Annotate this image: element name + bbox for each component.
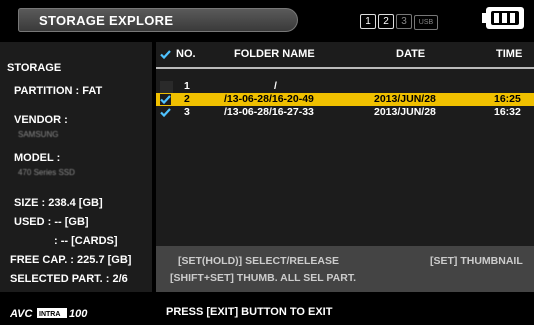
- battery-icon: [482, 7, 524, 29]
- storage-label: STORAGE: [7, 62, 62, 74]
- col-folder-header: FOLDER NAME: [234, 48, 315, 60]
- row-time: 16:32: [494, 106, 521, 118]
- vendor-value: SAMSUNG: [18, 130, 59, 139]
- partition-label: PARTITION : FAT: [14, 85, 103, 97]
- select-all-check-icon[interactable]: [160, 49, 171, 60]
- model-label: MODEL :: [14, 152, 61, 164]
- svg-text:100: 100: [69, 308, 88, 320]
- exit-instruction: PRESS [EXIT] BUTTON TO EXIT: [166, 306, 333, 318]
- row-check-icon[interactable]: [160, 107, 171, 118]
- row-folder: /13-06-28/16-20-49: [224, 93, 314, 105]
- page-title: STORAGE EXPLORE: [39, 13, 174, 28]
- storage-explore-screen: STORAGE EXPLORE 1 2 3 USB STORAGE PARTITION…: [0, 0, 534, 325]
- help-panel: [SET(HOLD)] SELECT/RELEASE [SET] THUMBNA…: [156, 246, 534, 292]
- slot-2-indicator: 2: [378, 14, 394, 29]
- avc-intra-logo: AVC INTRA 100: [10, 308, 88, 320]
- slot-indicators: 1 2 3 USB: [360, 11, 440, 30]
- row-date: 2013/JUN/28: [374, 93, 436, 105]
- header-bar: STORAGE EXPLORE 1 2 3 USB: [0, 0, 534, 36]
- row-folder: /: [274, 80, 277, 92]
- model-value: 470 Series SSD: [18, 168, 75, 177]
- size-label: SIZE : 238.4 [GB]: [14, 197, 103, 209]
- folder-list-panel: NO. FOLDER NAME DATE TIME 1 / 2 /13-06-2…: [156, 42, 534, 292]
- table-row-selected[interactable]: 2 /13-06-28/16-20-49 2013/JUN/28 16:25: [156, 93, 534, 106]
- slot-3-indicator: 3: [396, 14, 412, 29]
- selected-part-label: SELECTED PART. : 2/6: [10, 273, 128, 285]
- storage-info-panel: STORAGE PARTITION : FAT VENDOR : SAMSUNG…: [0, 42, 152, 292]
- table-row[interactable]: 3 /13-06-28/16-27-33 2013/JUN/28 16:32: [156, 106, 534, 119]
- svg-text:AVC: AVC: [10, 308, 33, 320]
- row-number: 2: [184, 93, 190, 105]
- free-capacity-label: FREE CAP. : 225.7 [GB]: [10, 254, 132, 266]
- col-time-header: TIME: [496, 48, 523, 60]
- help-thumbnail: [SET] THUMBNAIL: [430, 255, 523, 267]
- title-tab: STORAGE EXPLORE: [18, 8, 298, 32]
- row-time: 16:25: [494, 93, 521, 105]
- svg-text:INTRA: INTRA: [39, 311, 60, 318]
- slot-1-indicator: 1: [360, 14, 376, 29]
- cards-label: : -- [CARDS]: [54, 235, 118, 247]
- col-no-header: NO.: [176, 48, 196, 60]
- row-folder: /13-06-28/16-27-33: [224, 106, 314, 118]
- row-number: 3: [184, 106, 190, 118]
- table-header: NO. FOLDER NAME DATE TIME: [156, 42, 534, 66]
- table-row[interactable]: 1 /: [156, 80, 534, 94]
- footer-bar: AVC INTRA 100 PRESS [EXIT] BUTTON TO EXI…: [0, 298, 534, 325]
- row-date: 2013/JUN/28: [374, 106, 436, 118]
- usb-indicator: USB: [414, 15, 438, 30]
- col-date-header: DATE: [396, 48, 426, 60]
- help-select-release: [SET(HOLD)] SELECT/RELEASE: [178, 255, 340, 267]
- row-check-icon[interactable]: [160, 94, 171, 105]
- used-label: USED : -- [GB]: [14, 216, 89, 228]
- row-number: 1: [184, 80, 190, 92]
- header-divider: [156, 67, 534, 69]
- help-thumb-all: [SHIFT+SET] THUMB. ALL SEL PART.: [170, 272, 356, 284]
- vendor-label: VENDOR :: [14, 114, 68, 126]
